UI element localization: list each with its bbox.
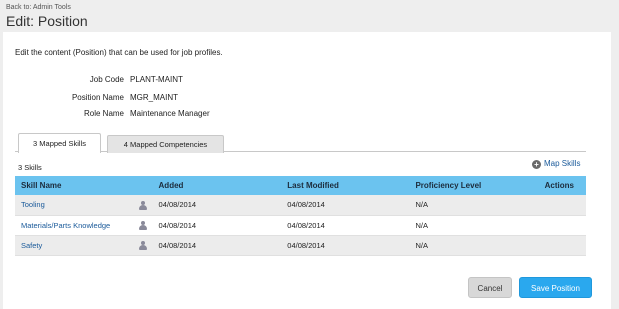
actions-cell bbox=[536, 215, 586, 235]
last-modified-date: 04/08/2014 bbox=[287, 200, 325, 210]
column-header-proficiency-level[interactable]: Proficiency Level bbox=[409, 176, 536, 195]
position-name-label: Position Name bbox=[71, 93, 124, 102]
proficiency-level: N/A bbox=[415, 220, 428, 230]
last-modified-date: 04/08/2014 bbox=[287, 240, 325, 250]
table-row: Materials/Parts Knowledge 04/08/2014 04/… bbox=[15, 215, 586, 235]
table-row: Safety 04/08/2014 04/08/2014 N/A bbox=[15, 235, 586, 255]
person-icon[interactable] bbox=[138, 200, 147, 210]
added-date: 04/08/2014 bbox=[158, 200, 197, 210]
person-icon[interactable] bbox=[138, 240, 147, 250]
intro-text: Edit the content (Position) that can be … bbox=[15, 48, 223, 57]
role-name-value: Maintenance Manager bbox=[130, 109, 210, 118]
column-header-last-modified[interactable]: Last Modified bbox=[281, 176, 409, 195]
proficiency-level: N/A bbox=[415, 200, 428, 210]
skill-name-link[interactable]: Tooling bbox=[21, 200, 45, 209]
map-skills-button[interactable]: + Map Skills bbox=[532, 159, 580, 169]
added-date: 04/08/2014 bbox=[158, 220, 197, 230]
back-link[interactable]: Back to: Admin Tools bbox=[6, 4, 71, 11]
actions-cell bbox=[536, 235, 586, 255]
tab-mapped-skills[interactable]: 3 Mapped Skills bbox=[18, 133, 101, 153]
skills-count: 3 Skills bbox=[18, 163, 42, 172]
column-header-actions: Actions bbox=[544, 181, 574, 190]
map-skills-label: Map Skills bbox=[544, 159, 581, 168]
person-icon[interactable] bbox=[138, 220, 147, 230]
column-header-skill-name[interactable]: Skill Name bbox=[15, 176, 133, 195]
tab-bar: 3 Mapped Skills 4 Mapped Competencies bbox=[15, 133, 586, 153]
plus-circle-icon: + bbox=[532, 160, 541, 169]
tab-mapped-competencies[interactable]: 4 Mapped Competencies bbox=[107, 135, 224, 153]
save-position-button[interactable]: Save Position bbox=[519, 277, 592, 298]
cancel-button[interactable]: Cancel bbox=[468, 277, 512, 298]
table-row: Tooling 04/08/2014 04/08/2014 N/A bbox=[15, 195, 586, 215]
position-name-value: MGR_MAINT bbox=[130, 93, 178, 102]
table-header-row: Skill Name Added Last Modified Proficien… bbox=[15, 176, 586, 195]
column-header-added[interactable]: Added bbox=[153, 176, 282, 195]
content-panel: Edit the content (Position) that can be … bbox=[3, 32, 611, 309]
added-date: 04/08/2014 bbox=[158, 240, 197, 250]
actions-cell bbox=[536, 195, 586, 215]
last-modified-date: 04/08/2014 bbox=[287, 220, 325, 230]
proficiency-level: N/A bbox=[415, 240, 428, 250]
top-bar: Back to: Admin Tools Edit: Position bbox=[0, 0, 619, 31]
skills-table: Skill Name Added Last Modified Proficien… bbox=[15, 176, 586, 256]
job-code-value: PLANT-MAINT bbox=[130, 75, 183, 84]
job-code-label: Job Code bbox=[89, 75, 124, 84]
skill-name-link[interactable]: Safety bbox=[21, 241, 42, 250]
page-title: Edit: Position bbox=[6, 13, 88, 29]
role-name-label: Role Name bbox=[83, 109, 124, 118]
skill-name-link[interactable]: Materials/Parts Knowledge bbox=[21, 221, 110, 230]
